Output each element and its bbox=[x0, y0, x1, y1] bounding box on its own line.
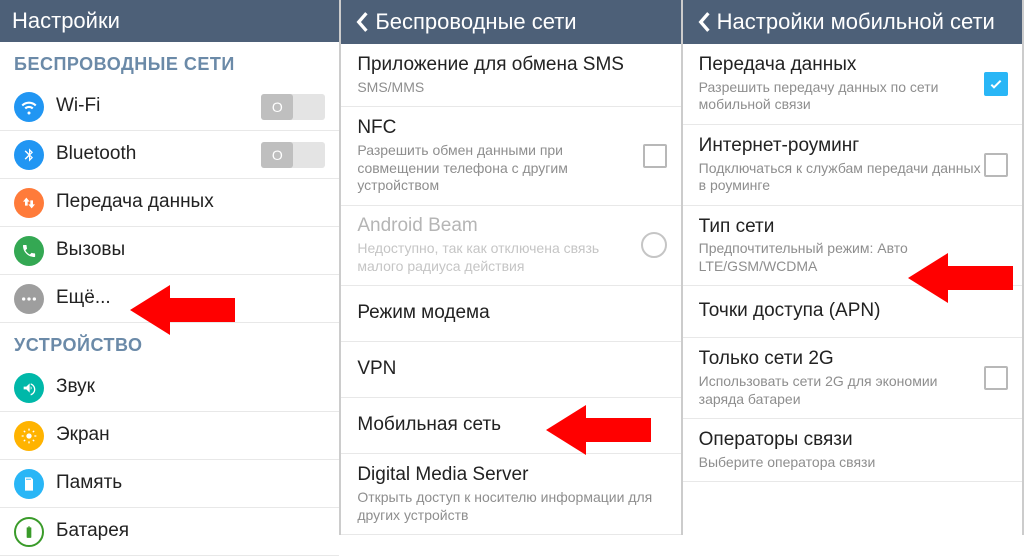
ops-title: Операторы связи bbox=[699, 429, 1008, 452]
storage-label: Память bbox=[56, 472, 325, 495]
ops-sub: Выберите оператора связи bbox=[699, 454, 1008, 472]
item-bluetooth[interactable]: Bluetooth O bbox=[0, 131, 339, 179]
nfc-title: NFC bbox=[357, 117, 642, 140]
item-network-type[interactable]: Тип сети Предпочтительный режим: Авто LT… bbox=[683, 206, 1022, 287]
bluetooth-label: Bluetooth bbox=[56, 143, 261, 166]
header-title: Настройки мобильной сети bbox=[717, 9, 995, 35]
header-mobile: Настройки мобильной сети bbox=[683, 0, 1022, 44]
item-data-usage[interactable]: Передача данных bbox=[0, 179, 339, 227]
item-mobile-data[interactable]: Передача данных Разрешить передачу данны… bbox=[683, 44, 1022, 125]
header-settings: Настройки bbox=[0, 0, 339, 42]
battery-label: Батарея bbox=[56, 520, 325, 543]
nfc-sub: Разрешить обмен данными при совмещении т… bbox=[357, 142, 642, 195]
storage-icon bbox=[14, 469, 44, 499]
only2g-title: Только сети 2G bbox=[699, 348, 984, 371]
back-icon[interactable] bbox=[353, 11, 371, 33]
item-android-beam: Android Beam Недоступно, так как отключе… bbox=[341, 206, 680, 287]
data-title: Передача данных bbox=[699, 54, 984, 77]
sound-icon bbox=[14, 373, 44, 403]
sms-sub: SMS/MMS bbox=[357, 79, 666, 97]
more-icon bbox=[14, 284, 44, 314]
header-title: Беспроводные сети bbox=[375, 9, 576, 35]
roaming-checkbox[interactable] bbox=[984, 153, 1008, 177]
section-device: УСТРОЙСТВО bbox=[0, 323, 339, 364]
item-sms-app[interactable]: Приложение для обмена SMS SMS/MMS bbox=[341, 44, 680, 107]
only2g-sub: Использовать сети 2G для экономии заряда… bbox=[699, 373, 984, 408]
mobile-network-panel: Настройки мобильной сети Передача данных… bbox=[683, 0, 1024, 535]
header-wireless: Беспроводные сети bbox=[341, 0, 680, 44]
wifi-icon bbox=[14, 92, 44, 122]
mobile-data-checkbox[interactable] bbox=[984, 72, 1008, 96]
bluetooth-toggle[interactable]: O bbox=[261, 142, 325, 168]
item-operators[interactable]: Операторы связи Выберите оператора связи bbox=[683, 419, 1022, 482]
item-calls[interactable]: Вызовы bbox=[0, 227, 339, 275]
beam-sub: Недоступно, так как отключена связь мало… bbox=[357, 240, 640, 275]
data-sub: Разрешить передачу данных по сети мобиль… bbox=[699, 79, 984, 114]
calls-label: Вызовы bbox=[56, 239, 325, 262]
display-label: Экран bbox=[56, 424, 325, 447]
battery-icon bbox=[14, 517, 44, 547]
item-sound[interactable]: Звук bbox=[0, 364, 339, 412]
nfc-checkbox[interactable] bbox=[643, 144, 667, 168]
more-label: Ещё... bbox=[56, 287, 325, 310]
header-title: Настройки bbox=[12, 8, 120, 34]
item-battery[interactable]: Батарея bbox=[0, 508, 339, 556]
item-storage[interactable]: Память bbox=[0, 460, 339, 508]
beam-title: Android Beam bbox=[357, 215, 640, 238]
dms-title: Digital Media Server bbox=[357, 464, 666, 487]
item-more[interactable]: Ещё... bbox=[0, 275, 339, 323]
wireless-panel: Беспроводные сети Приложение для обмена … bbox=[341, 0, 682, 535]
item-2g-only[interactable]: Только сети 2G Использовать сети 2G для … bbox=[683, 338, 1022, 419]
sms-title: Приложение для обмена SMS bbox=[357, 54, 666, 77]
item-dms[interactable]: Digital Media Server Открыть доступ к но… bbox=[341, 454, 680, 535]
apn-label: Точки доступа (APN) bbox=[699, 300, 1008, 323]
phone-icon bbox=[14, 236, 44, 266]
nettype-title: Тип сети bbox=[699, 216, 1008, 239]
mobile-label: Мобильная сеть bbox=[357, 414, 666, 437]
wifi-label: Wi-Fi bbox=[56, 95, 261, 118]
item-display[interactable]: Экран bbox=[0, 412, 339, 460]
bluetooth-icon bbox=[14, 140, 44, 170]
vpn-label: VPN bbox=[357, 358, 666, 381]
wifi-toggle[interactable]: O bbox=[261, 94, 325, 120]
dms-sub: Открыть доступ к носителю информации для… bbox=[357, 489, 666, 524]
item-vpn[interactable]: VPN bbox=[341, 342, 680, 398]
beam-toggle bbox=[641, 232, 667, 258]
item-mobile-network[interactable]: Мобильная сеть bbox=[341, 398, 680, 454]
sound-label: Звук bbox=[56, 376, 325, 399]
roam-title: Интернет-роуминг bbox=[699, 135, 984, 158]
nettype-sub: Предпочтительный режим: Авто LTE/GSM/WCD… bbox=[699, 240, 1008, 275]
tether-label: Режим модема bbox=[357, 302, 666, 325]
only2g-checkbox[interactable] bbox=[984, 366, 1008, 390]
back-icon[interactable] bbox=[695, 11, 713, 33]
display-icon bbox=[14, 421, 44, 451]
item-tethering[interactable]: Режим модема bbox=[341, 286, 680, 342]
item-nfc[interactable]: NFC Разрешить обмен данными при совмещен… bbox=[341, 107, 680, 205]
roam-sub: Подключаться к службам передачи данных в… bbox=[699, 160, 984, 195]
data-usage-icon bbox=[14, 188, 44, 218]
item-roaming[interactable]: Интернет-роуминг Подключаться к службам … bbox=[683, 125, 1022, 206]
settings-panel: Настройки БЕСПРОВОДНЫЕ СЕТИ Wi-Fi O Blue… bbox=[0, 0, 341, 535]
data-usage-label: Передача данных bbox=[56, 191, 325, 214]
section-wireless: БЕСПРОВОДНЫЕ СЕТИ bbox=[0, 42, 339, 83]
item-apn[interactable]: Точки доступа (APN) bbox=[683, 286, 1022, 338]
item-wifi[interactable]: Wi-Fi O bbox=[0, 83, 339, 131]
